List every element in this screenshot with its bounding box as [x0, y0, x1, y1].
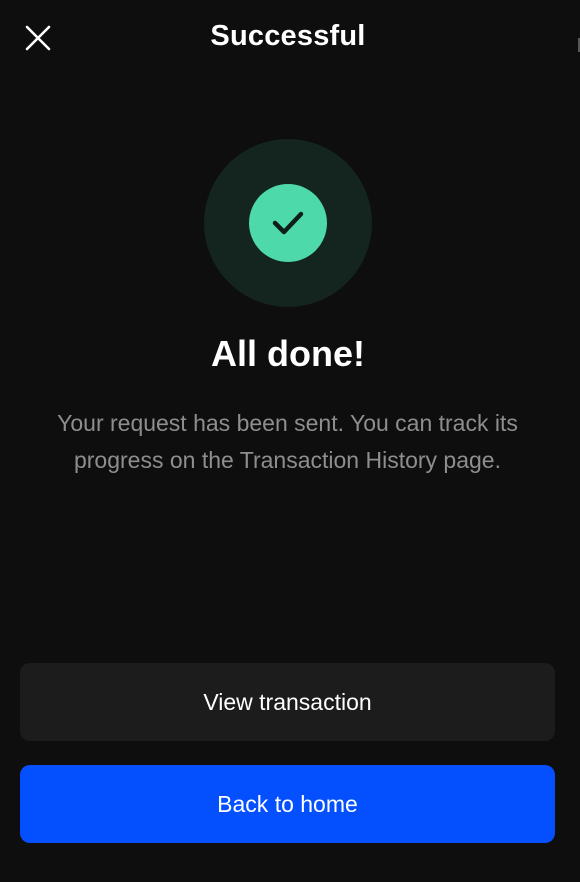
success-status-ring — [204, 139, 372, 307]
success-badge — [249, 184, 327, 262]
header: Successful — [0, 0, 580, 78]
checkmark-icon — [272, 211, 304, 235]
page-title: Successful — [210, 20, 366, 52]
success-headline: All done! — [211, 333, 365, 374]
view-transaction-button[interactable]: View transaction — [20, 663, 555, 741]
success-message: Your request has been sent. You can trac… — [57, 410, 518, 473]
back-to-home-button[interactable]: Back to home — [20, 765, 555, 843]
view-transaction-label: View transaction — [203, 688, 372, 715]
back-to-home-label: Back to home — [217, 790, 358, 817]
